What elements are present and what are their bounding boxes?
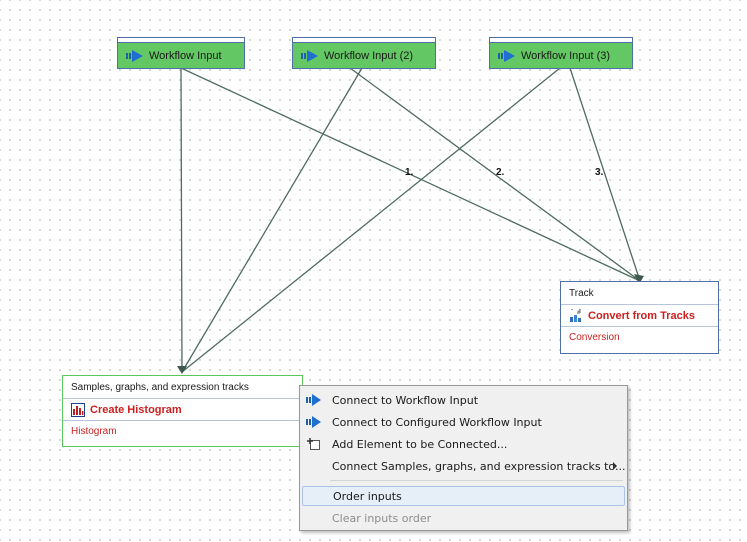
menu-separator [330,480,623,481]
workflow-input-node-2[interactable]: Workflow Input (2) [292,37,436,69]
menu-item-add-element[interactable]: Add Element to be Connected... [302,434,625,454]
menu-item-connect-workflow-input[interactable]: Connect to Workflow Input [302,390,625,410]
workflow-input-arrow-icon [306,393,322,407]
create-histogram-node[interactable]: Samples, graphs, and expression tracks C… [62,375,303,447]
connection-line[interactable] [181,67,363,373]
submenu-arrow-icon [613,462,617,470]
workflow-input-label: Workflow Input (2) [324,49,414,62]
workflow-input-arrow-icon [498,49,516,62]
workflow-input-label: Workflow Input [149,49,222,62]
tool-title-row: Create Histogram [63,398,302,420]
add-element-icon [306,437,322,451]
workflow-input-label: Workflow Input (3) [521,49,611,62]
input-port-track[interactable]: Track [561,282,718,304]
workflow-input-arrow-icon [306,415,322,429]
menu-item-connect-samples-to[interactable]: Connect Samples, graphs, and expression … [302,456,625,476]
workflow-input-arrow-icon [126,49,144,62]
tool-title: Convert from Tracks [588,309,695,322]
input-order-label-2: 2. [496,167,505,178]
input-port-samples[interactable]: Samples, graphs, and expression tracks [63,376,302,398]
tool-title: Create Histogram [90,403,182,416]
workflow-input-arrow-icon [301,49,319,62]
menu-item-clear-inputs-order: Clear inputs order [332,511,432,525]
menu-item-order-inputs[interactable]: Order inputs [302,486,625,506]
menu-item-connect-configured-input[interactable]: Connect to Configured Workflow Input [302,412,625,432]
connection-line[interactable] [180,67,183,373]
convert-tracks-icon [569,308,583,323]
input-order-label-1: 1. [405,167,414,178]
workflow-input-node-3[interactable]: Workflow Input (3) [489,37,633,69]
connection-line[interactable] [569,67,641,282]
convert-from-tracks-node[interactable]: Track Convert from Tracks Conversion [560,281,719,354]
connection-line[interactable] [181,67,561,373]
tool-output-label: Histogram [63,420,302,442]
tool-title-row: Convert from Tracks [561,304,718,326]
input-order-label-3: 3. [595,167,604,178]
workflow-input-node-1[interactable]: Workflow Input [117,37,245,69]
histogram-icon [71,402,85,417]
context-menu: Connect to Workflow Input Connect to Con… [299,385,628,531]
tool-output-label: Conversion [561,326,718,348]
